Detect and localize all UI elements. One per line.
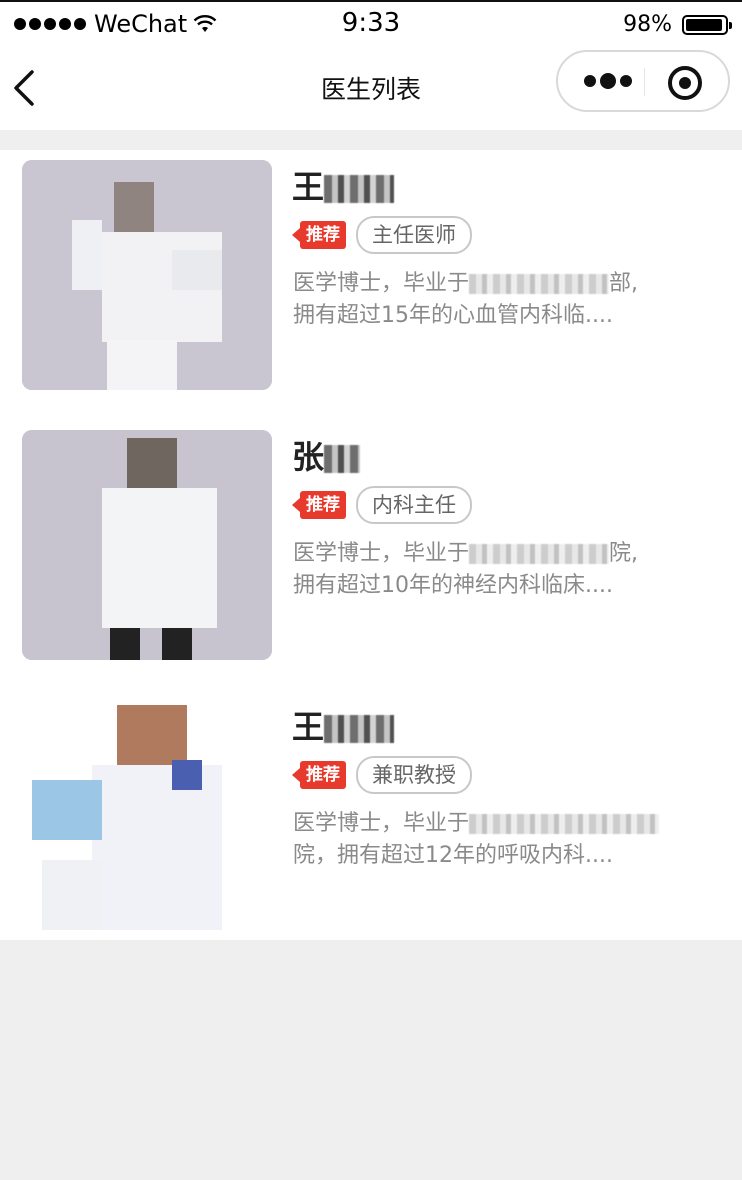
redacted-text xyxy=(469,814,660,834)
recommend-badge: 推荐 xyxy=(292,221,346,249)
doctor-title-tag: 兼职教授 xyxy=(356,756,472,794)
redacted-text xyxy=(324,715,395,743)
navigation-bar: 医生列表 xyxy=(0,46,742,130)
doctor-list: 王 推荐 主任医师 医学博士，毕业于 部, 拥有超过15年的心血管内科临.... … xyxy=(0,150,742,940)
redacted-text xyxy=(324,175,395,203)
more-dots-icon[interactable] xyxy=(578,66,638,96)
status-bar: WeChat 9:33 98% xyxy=(0,0,742,46)
doctor-photo xyxy=(22,430,272,660)
doctor-photo xyxy=(22,700,272,930)
doctor-figure-icon xyxy=(22,160,272,390)
redacted-text xyxy=(469,544,610,564)
doctor-card[interactable]: 王 推荐 兼职教授 医学博士，毕业于 院，拥有超过12年的呼吸内科.... xyxy=(0,690,742,950)
battery-icon xyxy=(682,14,732,35)
tag-row: 推荐 兼职教授 xyxy=(292,756,472,794)
battery-indicator: 98% xyxy=(623,12,732,37)
doctor-figure-icon xyxy=(22,430,272,660)
battery-percent: 98% xyxy=(623,12,672,37)
doctor-name: 王 xyxy=(292,162,395,208)
doctor-figure-icon xyxy=(22,700,272,930)
capsule-divider xyxy=(644,68,645,96)
doctor-description: 医学博士，毕业于 院，拥有超过12年的呼吸内科.... xyxy=(293,808,693,872)
redacted-text xyxy=(469,274,610,294)
doctor-title-tag: 内科主任 xyxy=(356,486,472,524)
doctor-card[interactable]: 王 推荐 主任医师 医学博士，毕业于 部, 拥有超过15年的心血管内科临.... xyxy=(0,150,742,410)
doctor-description: 医学博士，毕业于 部, 拥有超过15年的心血管内科临.... xyxy=(293,271,639,328)
recommend-badge: 推荐 xyxy=(292,761,346,789)
recommend-badge: 推荐 xyxy=(292,491,346,519)
doctor-description: 医学博士，毕业于 院, 拥有超过10年的神经内科临床.... xyxy=(293,541,639,598)
tag-row: 推荐 主任医师 xyxy=(292,216,472,254)
doctor-name: 王 xyxy=(292,702,395,748)
close-target-icon[interactable] xyxy=(666,64,704,102)
doctor-card[interactable]: 张 推荐 内科主任 医学博士，毕业于 院, 拥有超过10年的神经内科临床.... xyxy=(0,420,742,680)
mini-program-capsule xyxy=(556,50,730,112)
doctor-name: 张 xyxy=(292,432,361,478)
redacted-text xyxy=(324,445,361,473)
tag-row: 推荐 内科主任 xyxy=(292,486,472,524)
doctor-photo xyxy=(22,160,272,390)
doctor-title-tag: 主任医师 xyxy=(356,216,472,254)
